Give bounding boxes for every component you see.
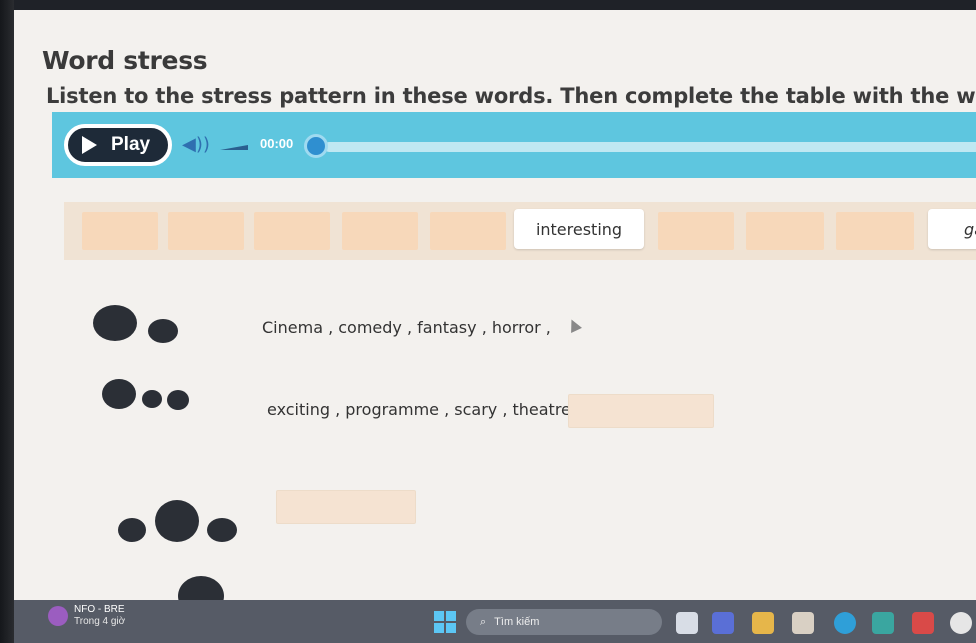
- instruction-text: Listen to the stress pattern in these wo…: [46, 84, 976, 108]
- word-slot[interactable]: [168, 212, 244, 250]
- audio-player: Play ◀)) 00:00: [52, 112, 976, 178]
- stress-dot-small: [142, 390, 162, 408]
- speaker-icon[interactable]: ◀)): [182, 134, 210, 155]
- word-bank: interesting ga: [64, 202, 976, 260]
- calendar-icon[interactable]: [792, 612, 814, 634]
- word-chip-partial[interactable]: ga: [928, 209, 976, 249]
- app-icon: [48, 606, 68, 626]
- stress-dot-small: [167, 390, 189, 410]
- progress-knob[interactable]: [304, 134, 328, 158]
- page-title: Word stress: [42, 46, 208, 75]
- taskbar-search[interactable]: ⌕ Tìm kiếm: [466, 609, 662, 635]
- stress-dot-small: [148, 319, 178, 343]
- stress-dot-small: [207, 518, 237, 542]
- row-words-ooo: exciting , programme , scary , theatre ,: [267, 400, 582, 419]
- mouse-cursor-icon: [566, 317, 582, 333]
- word-slot[interactable]: [658, 212, 734, 250]
- edge-browser-icon[interactable]: [834, 612, 856, 634]
- word-slot[interactable]: [254, 212, 330, 250]
- word-slot[interactable]: [342, 212, 418, 250]
- search-icon: ⌕: [480, 615, 487, 628]
- drop-zone-ooo-middle[interactable]: [276, 490, 416, 524]
- play-icon: [82, 136, 97, 154]
- word-slot[interactable]: [746, 212, 824, 250]
- play-button[interactable]: Play: [64, 124, 172, 166]
- task-view-icon[interactable]: [676, 612, 698, 634]
- search-placeholder: Tìm kiếm: [494, 616, 540, 628]
- teams-icon[interactable]: [712, 612, 734, 634]
- folder-icon[interactable]: [752, 612, 774, 634]
- app-name: NFO - BRE: [74, 604, 125, 615]
- word-slot[interactable]: [430, 212, 506, 250]
- app-icon-red[interactable]: [912, 612, 934, 634]
- row-words-oo: Cinema , comedy , fantasy , horror ,: [262, 318, 551, 337]
- word-slot[interactable]: [82, 212, 158, 250]
- word-chip-interesting[interactable]: interesting: [514, 209, 644, 249]
- stress-dot-large: [93, 305, 137, 341]
- taskbar-notification[interactable]: NFO - BRE Trong 4 giờ: [48, 604, 125, 628]
- word-slot[interactable]: [836, 212, 914, 250]
- stress-dot-large: [102, 379, 136, 409]
- stress-dot-large: [155, 500, 199, 542]
- app-icon-chrome[interactable]: [950, 612, 972, 634]
- app-subtitle: Trong 4 giờ: [74, 616, 126, 627]
- drop-zone-ooo[interactable]: [568, 394, 714, 428]
- windows-start-icon[interactable]: [434, 611, 456, 633]
- volume-slider[interactable]: [220, 145, 248, 150]
- play-label: Play: [111, 134, 151, 155]
- app-screen: Word stress Listen to the stress pattern…: [0, 10, 976, 600]
- stress-dot-small: [118, 518, 146, 542]
- progress-track[interactable]: [324, 142, 976, 152]
- stress-dot-large: [178, 576, 224, 600]
- monitor-bezel: [0, 0, 14, 643]
- app-icon-teal[interactable]: [872, 612, 894, 634]
- time-display: 00:00: [260, 136, 294, 151]
